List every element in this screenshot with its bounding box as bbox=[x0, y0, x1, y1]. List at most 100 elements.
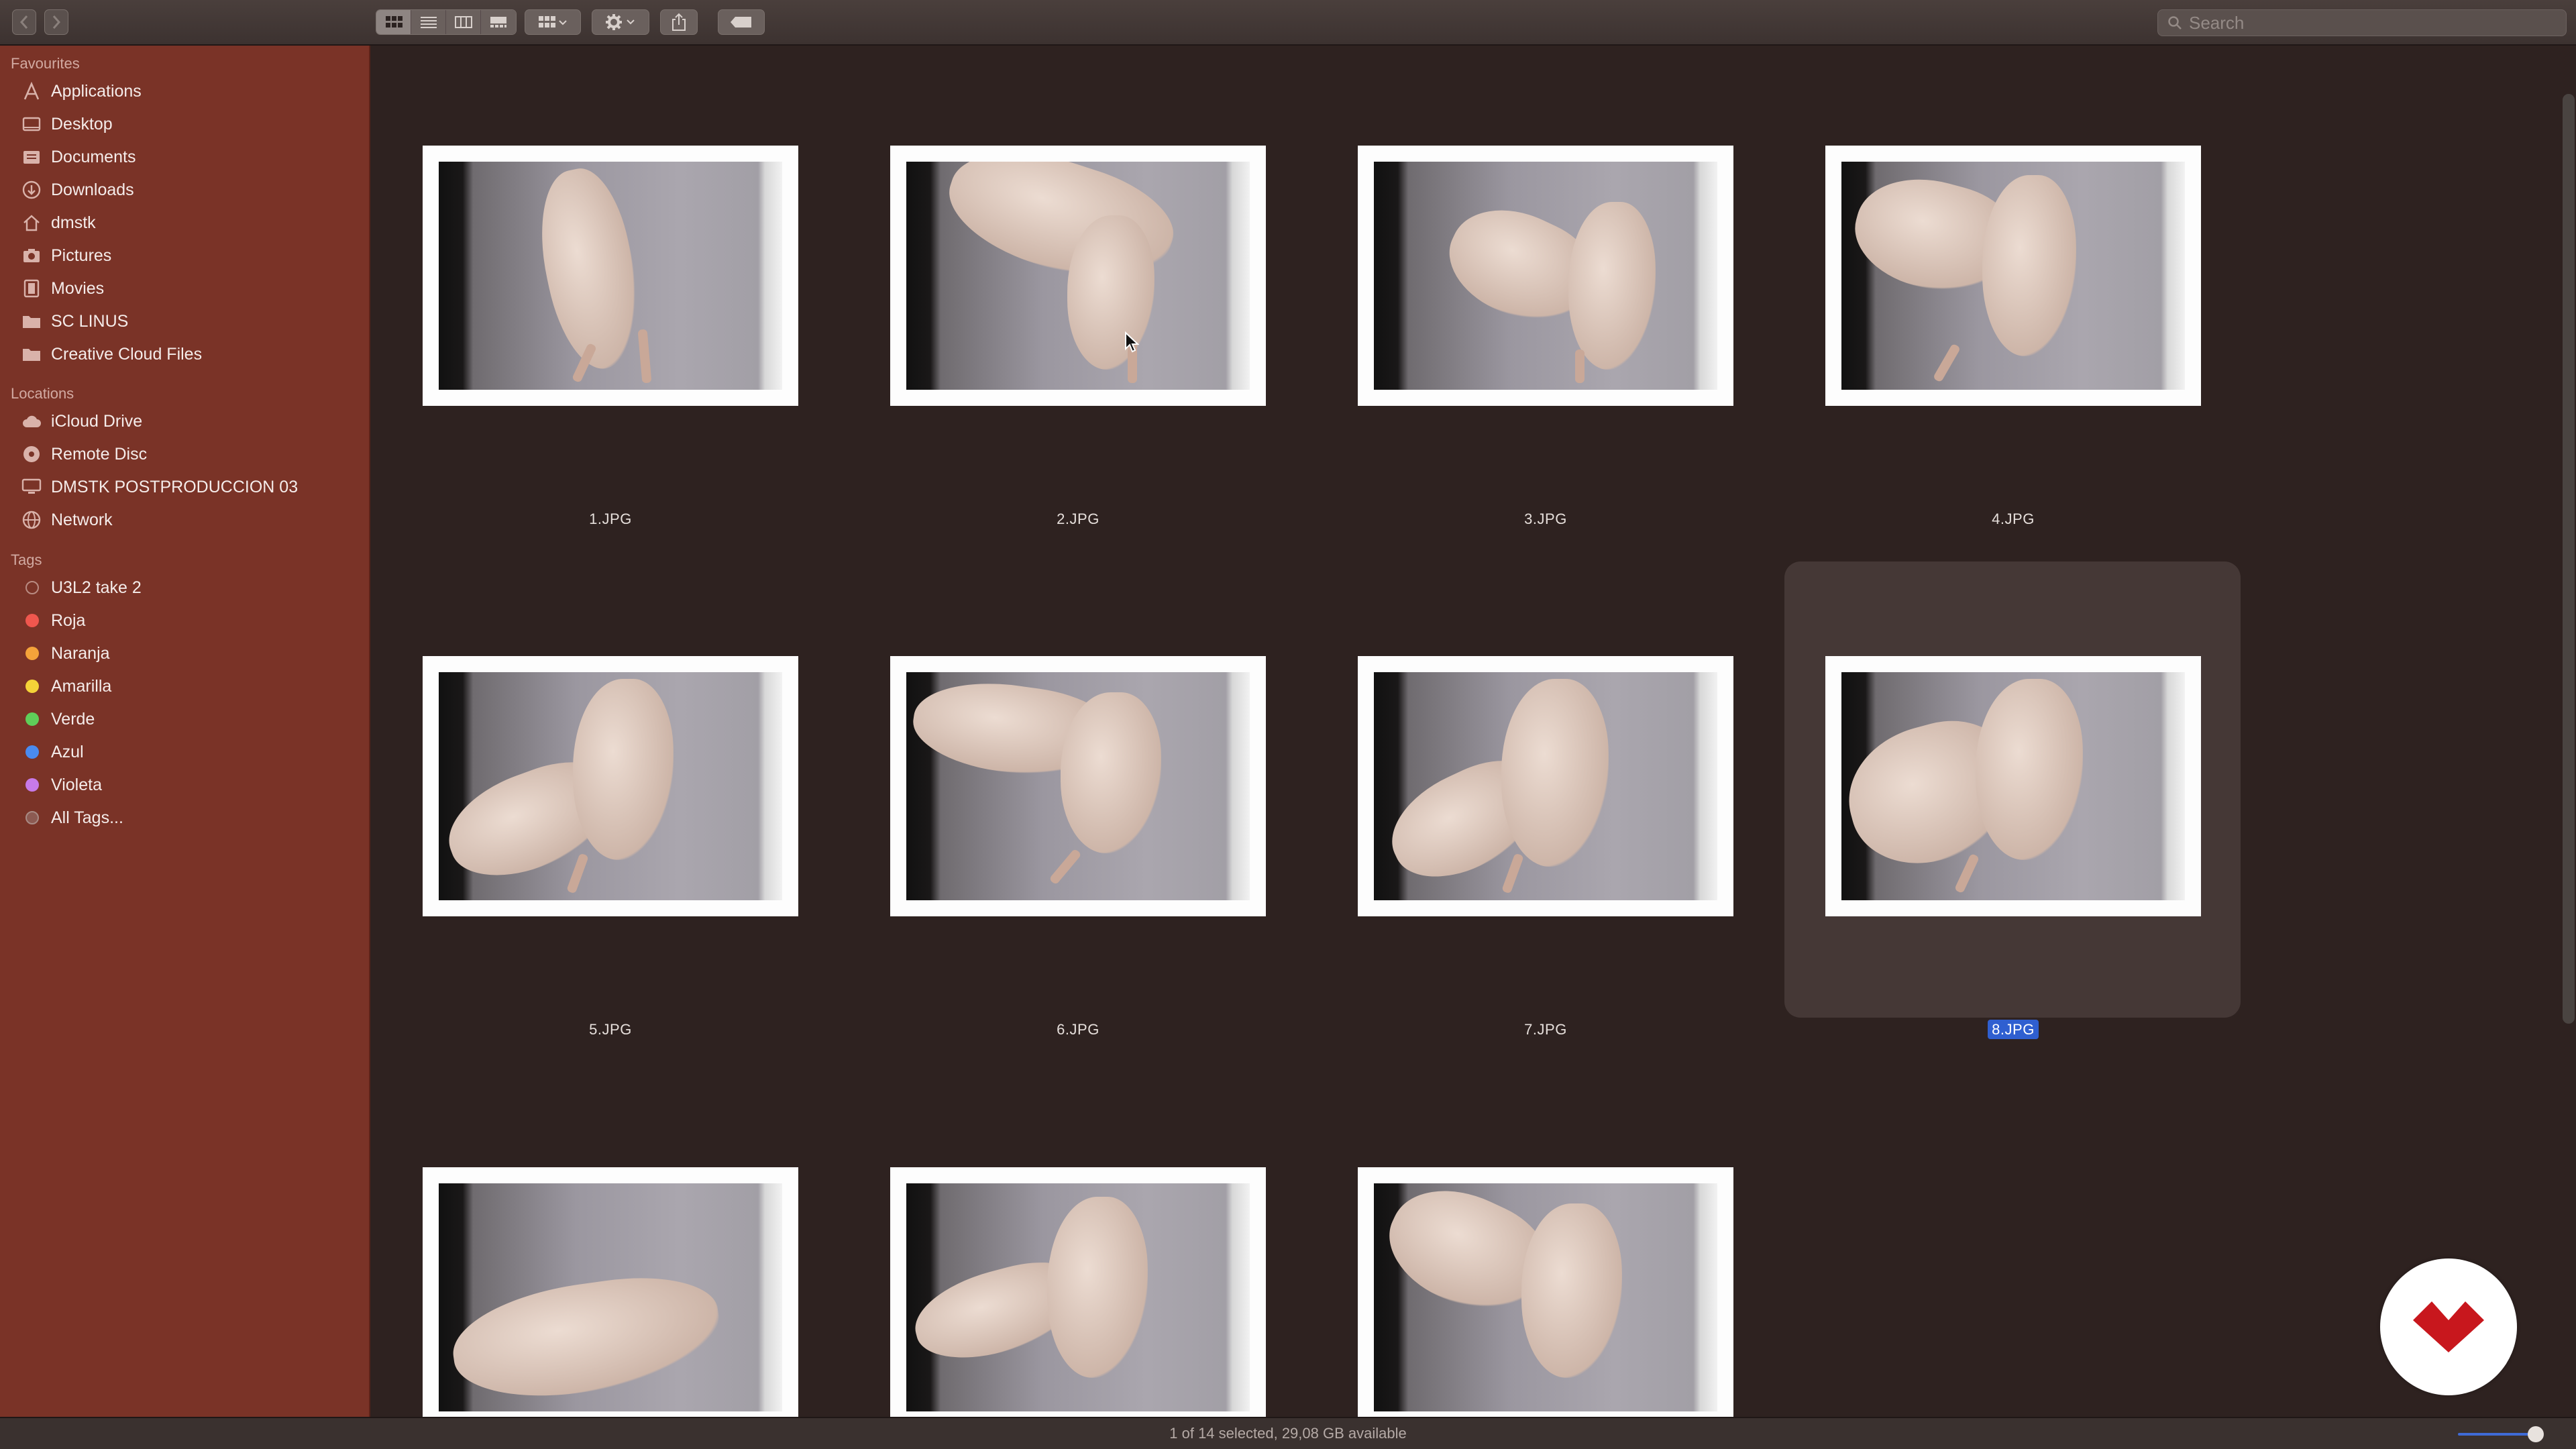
tag-dot-icon bbox=[25, 680, 39, 693]
vertical-scrollbar[interactable] bbox=[2563, 94, 2575, 1024]
sidebar-item-documents[interactable]: Documents bbox=[20, 142, 356, 172]
network-icon bbox=[20, 510, 43, 530]
photo-image bbox=[1374, 1183, 1717, 1411]
sidebar-item-sc-linus[interactable]: SC LINUS bbox=[20, 307, 356, 336]
applications-icon bbox=[20, 81, 43, 101]
pictures-icon bbox=[20, 246, 43, 266]
selected-file-name: 8.JPG bbox=[1988, 1020, 2039, 1039]
tag-dot-icon bbox=[25, 745, 39, 759]
sidebar-item-dmstk[interactable]: dmstk bbox=[20, 208, 356, 237]
photo-image bbox=[1374, 672, 1717, 900]
share-icon bbox=[672, 13, 686, 31]
tag-dot-icon bbox=[25, 647, 39, 660]
search-input[interactable] bbox=[2189, 12, 2551, 34]
sidebar-tag-azul[interactable]: Azul bbox=[20, 737, 356, 767]
sidebar-item-label: Network bbox=[51, 510, 113, 529]
view-mode-segment bbox=[376, 9, 517, 35]
mouse-cursor-icon bbox=[1125, 331, 1139, 353]
sidebar-all-tags[interactable]: All Tags... bbox=[20, 803, 356, 833]
status-bar: 1 of 14 selected, 29,08 GB available bbox=[0, 1417, 2576, 1449]
icon-view-button[interactable] bbox=[376, 10, 411, 34]
icon-view-icon bbox=[385, 16, 402, 28]
favourites-heading: Favourites bbox=[11, 55, 80, 72]
sidebar-tag-violeta[interactable]: Violeta bbox=[20, 770, 356, 800]
sidebar-item-dmstk-postproduccion-03[interactable]: DMSTK POSTPRODUCCION 03 bbox=[20, 472, 356, 502]
photo-image bbox=[439, 1183, 782, 1411]
tag-button[interactable] bbox=[718, 9, 765, 35]
folder-icon bbox=[20, 344, 43, 364]
forward-button[interactable] bbox=[44, 9, 68, 35]
sidebar-item-creative-cloud-files[interactable]: Creative Cloud Files bbox=[20, 339, 356, 369]
sidebar-tag-naranja[interactable]: Naranja bbox=[20, 639, 356, 668]
locations-heading: Locations bbox=[11, 385, 74, 402]
brand-logo bbox=[2380, 1258, 2517, 1395]
file-thumbnail[interactable] bbox=[423, 146, 798, 406]
photo-image bbox=[906, 1183, 1250, 1411]
file-name: 4.JPG bbox=[1992, 511, 2035, 527]
tag-dot-icon bbox=[25, 778, 39, 792]
file-thumbnail[interactable] bbox=[1825, 656, 2201, 916]
file-thumbnail[interactable] bbox=[1825, 146, 2201, 406]
list-view-button[interactable] bbox=[411, 10, 446, 34]
sidebar-item-label: Azul bbox=[51, 742, 84, 761]
file-thumbnail[interactable] bbox=[1358, 146, 1733, 406]
file-thumbnail[interactable] bbox=[890, 146, 1266, 406]
sidebar-item-downloads[interactable]: Downloads bbox=[20, 175, 356, 205]
sidebar-item-label: DMSTK POSTPRODUCCION 03 bbox=[51, 477, 299, 496]
column-view-button[interactable] bbox=[446, 10, 481, 34]
sidebar-item-pictures[interactable]: Pictures bbox=[20, 241, 356, 270]
photo-image bbox=[1841, 672, 2185, 900]
tags-heading: Tags bbox=[11, 551, 42, 568]
file-thumbnail[interactable] bbox=[890, 656, 1266, 916]
photo-image bbox=[1841, 162, 2185, 390]
file-thumbnail[interactable] bbox=[1358, 1167, 1733, 1417]
computer-icon bbox=[20, 477, 43, 497]
folder-icon bbox=[20, 311, 43, 331]
home-icon bbox=[20, 213, 43, 233]
back-button[interactable] bbox=[12, 9, 36, 35]
sidebar-item-label: iCloud Drive bbox=[51, 411, 143, 431]
sidebar-item-label: Movies bbox=[51, 278, 105, 298]
icon-size-slider-knob[interactable] bbox=[2528, 1426, 2544, 1442]
forward-arrow-icon bbox=[52, 15, 61, 29]
action-button[interactable] bbox=[592, 9, 649, 35]
downloads-icon bbox=[20, 180, 43, 200]
photo-image bbox=[439, 672, 782, 900]
share-button[interactable] bbox=[660, 9, 698, 35]
tag-dot-icon bbox=[25, 614, 39, 627]
file-thumbnail[interactable] bbox=[890, 1167, 1266, 1417]
sidebar-item-movies[interactable]: Movies bbox=[20, 274, 356, 303]
tag-dot-icon bbox=[25, 811, 39, 824]
sidebar-tag-roja[interactable]: Roja bbox=[20, 606, 356, 635]
photo-image bbox=[906, 672, 1250, 900]
gallery-view-button[interactable] bbox=[481, 10, 516, 34]
sidebar-tag-amarilla[interactable]: Amarilla bbox=[20, 672, 356, 701]
group-button[interactable] bbox=[525, 9, 581, 35]
search-field[interactable] bbox=[2157, 9, 2567, 36]
sidebar-tag-verde[interactable]: Verde bbox=[20, 704, 356, 734]
documents-icon bbox=[20, 147, 43, 167]
sidebar-tag-u3l2-take-2[interactable]: U3L2 take 2 bbox=[20, 573, 356, 602]
sidebar-item-label: Creative Cloud Files bbox=[51, 344, 203, 364]
file-thumbnail[interactable] bbox=[423, 656, 798, 916]
sidebar-item-label: Remote Disc bbox=[51, 444, 148, 464]
icon-size-slider[interactable] bbox=[2458, 1433, 2538, 1436]
sidebar-item-applications[interactable]: Applications bbox=[20, 76, 356, 106]
file-thumbnail[interactable] bbox=[423, 1167, 798, 1417]
desktop-icon bbox=[20, 114, 43, 134]
status-text: 1 of 14 selected, 29,08 GB available bbox=[1169, 1425, 1407, 1442]
sidebar-item-network[interactable]: Network bbox=[20, 505, 356, 535]
file-name: 3.JPG bbox=[1524, 511, 1567, 527]
sidebar-item-label: Documents bbox=[51, 147, 136, 166]
sidebar-item-desktop[interactable]: Desktop bbox=[20, 109, 356, 139]
file-name: 1.JPG bbox=[589, 511, 632, 527]
list-view-icon bbox=[420, 17, 437, 28]
sidebar-item-remote-disc[interactable]: Remote Disc bbox=[20, 439, 356, 469]
file-thumbnail[interactable] bbox=[1358, 656, 1733, 916]
photo-image bbox=[906, 162, 1250, 390]
sidebar-item-label: Desktop bbox=[51, 114, 113, 133]
sidebar-item-icloud-drive[interactable]: iCloud Drive bbox=[20, 407, 356, 436]
tag-icon bbox=[731, 17, 751, 28]
file-name: 6.JPG bbox=[1057, 1021, 1099, 1038]
sidebar-item-label: SC LINUS bbox=[51, 311, 129, 331]
